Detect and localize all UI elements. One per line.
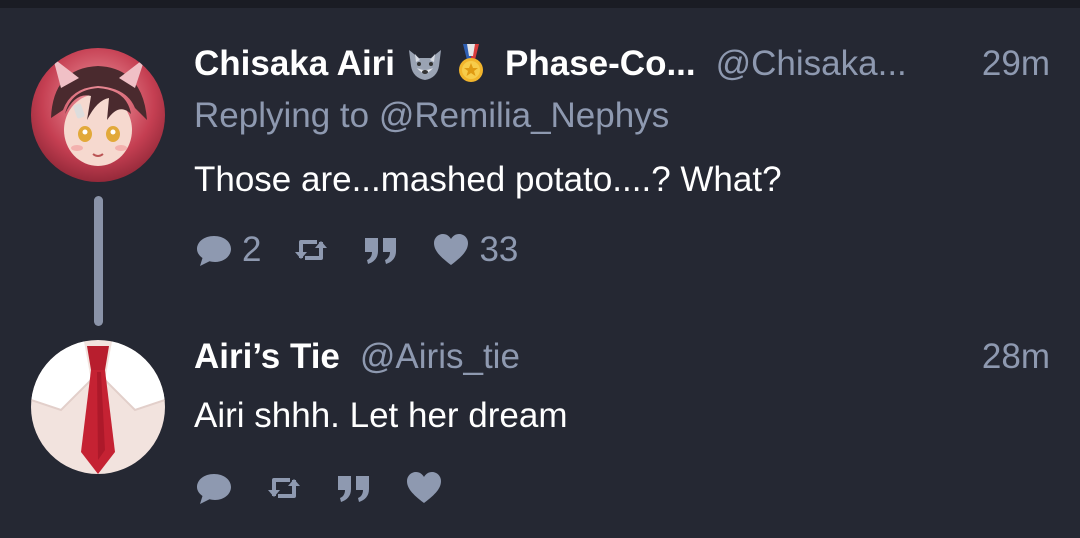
wolf-emoji-icon — [403, 42, 447, 86]
tweet-text: Airi shhh. Let her dream — [194, 396, 568, 435]
heart-icon — [431, 230, 471, 270]
like-button[interactable]: 33 — [431, 230, 518, 270]
replying-to-label: Replying to — [194, 96, 370, 135]
timestamp[interactable]: 29m — [982, 44, 1050, 84]
avatar[interactable] — [31, 340, 165, 474]
user-handle[interactable]: @Airis_tie — [360, 337, 520, 377]
like-button[interactable] — [404, 468, 444, 508]
reply-target-handle[interactable]: @Remilia_Nephys — [379, 96, 669, 135]
reply-count: 2 — [242, 230, 262, 269]
retweet-icon — [264, 468, 304, 508]
user-handle[interactable]: @Chisaka... — [716, 44, 907, 84]
like-count: 33 — [479, 230, 519, 269]
display-name[interactable]: Chisaka Airi — [194, 44, 395, 84]
quote-icon — [361, 230, 401, 270]
secondary-display-name: Phase-Co... — [505, 44, 696, 83]
reply-button[interactable]: 2 — [194, 230, 261, 270]
quote-icon — [334, 468, 374, 508]
quote-button[interactable] — [361, 230, 401, 270]
heart-icon — [404, 468, 444, 508]
medal-emoji-icon — [449, 42, 493, 86]
retweet-icon — [291, 230, 331, 270]
display-name[interactable]: Airi’s Tie — [194, 337, 340, 377]
top-status-strip — [0, 0, 1080, 8]
quote-button[interactable] — [334, 468, 374, 508]
tweet-actions: 2 33 — [194, 228, 548, 272]
tweet-text: Those are...mashed potato....? What? — [194, 160, 782, 199]
retweet-button[interactable] — [291, 230, 331, 270]
reply-button[interactable] — [194, 468, 234, 508]
retweet-button[interactable] — [264, 468, 304, 508]
avatar[interactable] — [31, 48, 165, 182]
tweet-actions — [194, 466, 474, 510]
replying-to-line: Replying to @Remilia_Nephys — [194, 96, 669, 136]
reply-icon — [194, 468, 234, 508]
thread-connector-line — [94, 196, 103, 326]
timestamp[interactable]: 28m — [982, 337, 1050, 377]
tweet-header: Chisaka Airi Phase-Co... @Chisaka... 29m — [194, 42, 1050, 86]
reply-icon — [194, 230, 234, 270]
tweet-header: Airi’s Tie @Airis_tie 28m — [194, 335, 1050, 379]
